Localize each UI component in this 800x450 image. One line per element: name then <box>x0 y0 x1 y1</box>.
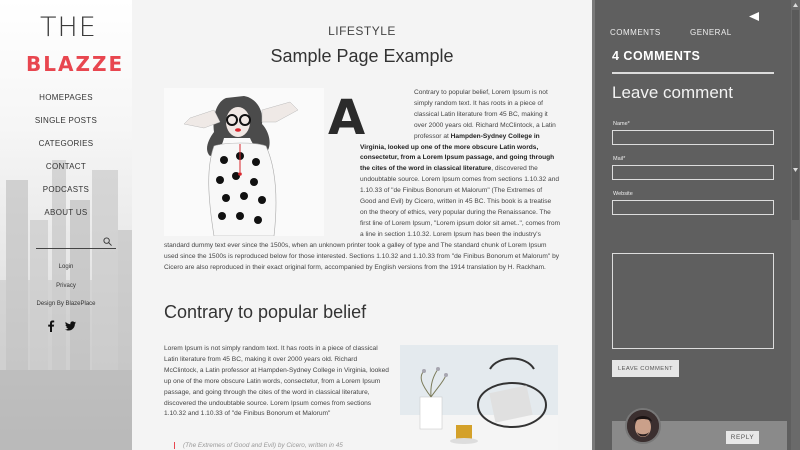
scroll-down-icon[interactable] <box>792 166 799 174</box>
mail-label: Mail* <box>613 156 626 162</box>
nav-item-podcasts[interactable]: PODCASTS <box>0 182 132 205</box>
search-input[interactable] <box>36 236 116 249</box>
design-credit-link[interactable]: Design By BlazePlace <box>0 301 132 307</box>
nav-item-single-posts[interactable]: SINGLE POSTS <box>0 113 132 136</box>
login-link[interactable]: Login <box>0 264 132 270</box>
tab-general[interactable]: GENERAL <box>690 28 732 37</box>
collapse-arrow-icon[interactable] <box>749 12 759 21</box>
comments-count: 4 COMMENTS <box>612 49 701 63</box>
scrollbar[interactable] <box>791 0 800 450</box>
post-body-section: Lorem Ipsum is not simply random text. I… <box>164 345 389 418</box>
name-label: Name* <box>613 121 630 127</box>
twitter-icon[interactable] <box>65 320 76 332</box>
scroll-up-icon[interactable] <box>792 1 799 9</box>
main-nav: HOMEPAGES SINGLE POSTS CATEGORIES CONTAC… <box>0 90 132 228</box>
facebook-icon[interactable] <box>46 320 56 332</box>
name-field[interactable] <box>612 130 774 145</box>
website-field[interactable] <box>612 200 774 215</box>
leave-comment-button[interactable]: LEAVE COMMENT <box>612 360 679 377</box>
drop-cap: A <box>328 90 366 146</box>
page-title: Sample Page Example <box>270 46 454 66</box>
mail-field[interactable] <box>612 165 774 180</box>
main-content: LIFESTYLE Sample Page Example Contrary t… <box>132 0 592 450</box>
website-label: Website <box>613 191 633 197</box>
search-icon[interactable] <box>103 237 112 246</box>
left-sidebar: THE BLAZZE HOMEPAGES SINGLE POSTS CATEGO… <box>0 0 132 450</box>
comments-panel: COMMENTS GENERAL 4 COMMENTS Leave commen… <box>592 0 800 450</box>
reply-button[interactable]: REPLY <box>726 431 759 444</box>
avatar <box>625 408 661 444</box>
logo-blazze[interactable]: BLAZZE <box>26 52 124 76</box>
nav-item-categories[interactable]: CATEGORIES <box>0 136 132 159</box>
privacy-link[interactable]: Privacy <box>0 283 132 289</box>
scrollbar-thumb[interactable] <box>792 10 799 220</box>
comment-textarea[interactable] <box>612 253 774 349</box>
leave-comment-title: Leave comment <box>612 83 733 102</box>
nav-item-about-us[interactable]: ABOUT US <box>0 205 132 228</box>
desk-still-life-image <box>400 345 558 450</box>
tab-comments[interactable]: COMMENTS <box>610 28 661 37</box>
post-category[interactable]: LIFESTYLE <box>132 24 592 38</box>
logo-the[interactable]: THE <box>40 12 97 43</box>
nav-item-homepages[interactable]: HOMEPAGES <box>0 90 132 113</box>
blockquote: (The Extremes of Good and Evil) by Cicer… <box>174 442 384 449</box>
section-title: Contrary to popular belief <box>164 302 367 322</box>
nav-item-contact[interactable]: CONTACT <box>0 159 132 182</box>
divider <box>612 72 774 74</box>
fashion-illustration-image <box>164 88 324 236</box>
